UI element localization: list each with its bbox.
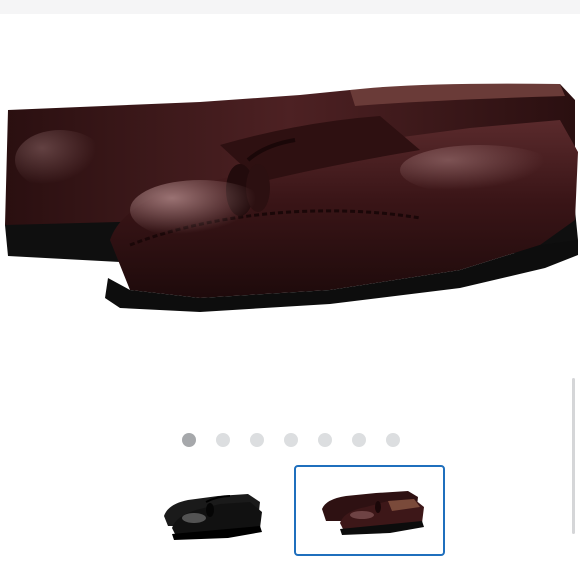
pagination-dot-6[interactable] bbox=[352, 433, 366, 447]
pagination-dot-2[interactable] bbox=[216, 433, 230, 447]
image-pagination-dots bbox=[0, 432, 580, 448]
burgundy-loafer-pair-thumbnail bbox=[322, 491, 424, 535]
main-product-image[interactable] bbox=[0, 40, 580, 340]
top-strip bbox=[0, 0, 580, 14]
thumbnail-burgundy-loafer-selected[interactable] bbox=[294, 465, 445, 556]
thumbnail-black-loafer[interactable] bbox=[158, 476, 268, 548]
pagination-dot-3[interactable] bbox=[250, 433, 264, 447]
pagination-dot-1[interactable] bbox=[182, 433, 196, 447]
pagination-dot-4[interactable] bbox=[284, 433, 298, 447]
burgundy-tassel-loafer-image bbox=[5, 83, 578, 312]
pagination-dot-7[interactable] bbox=[386, 433, 400, 447]
scrollbar[interactable] bbox=[572, 378, 575, 534]
black-loafer-pair-thumbnail bbox=[164, 494, 262, 540]
pagination-dot-5[interactable] bbox=[318, 433, 332, 447]
